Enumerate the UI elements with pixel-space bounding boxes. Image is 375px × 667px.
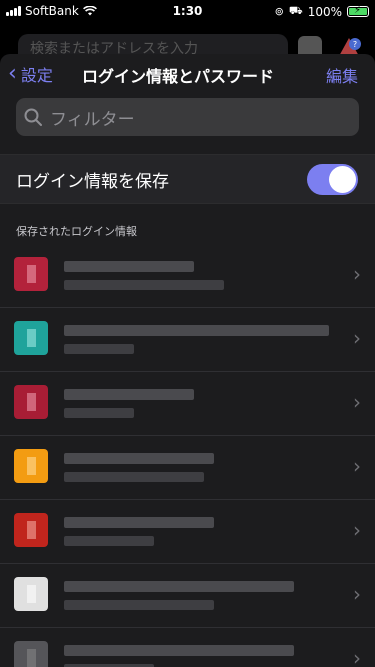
back-label: 設定 <box>20 66 53 85</box>
logins-sheet: ‹ 設定 ログイン情報とパスワード 編集 フィルター ログイン情報を保存 保存さ… <box>0 54 375 667</box>
login-username-redacted <box>64 344 134 354</box>
chevron-right-icon: › <box>353 262 361 286</box>
status-bar: SoftBank 1:30 ⊚ ⛟ 100% ⚡ <box>0 0 375 22</box>
save-logins-row: ログイン情報を保存 <box>0 154 375 204</box>
toggle-knob <box>329 166 356 193</box>
login-row[interactable]: › <box>0 500 375 564</box>
save-logins-label: ログイン情報を保存 <box>16 172 169 192</box>
edit-button[interactable]: 編集 <box>326 63 358 87</box>
saved-logins-header: 保存されたログイン情報 <box>16 225 137 238</box>
site-favicon-icon <box>14 385 48 419</box>
login-site-redacted <box>64 453 214 464</box>
filter-placeholder: フィルター <box>50 109 135 130</box>
nav-bar: ‹ 設定 ログイン情報とパスワード 編集 <box>0 54 375 94</box>
site-favicon-icon <box>14 257 48 291</box>
site-favicon-icon <box>14 577 48 611</box>
login-site-redacted <box>64 645 294 656</box>
chevron-right-icon: › <box>353 326 361 350</box>
login-row[interactable]: › <box>0 628 375 667</box>
back-button[interactable]: ‹ 設定 <box>8 62 53 86</box>
chevron-right-icon: › <box>353 646 361 667</box>
login-row[interactable]: › <box>0 436 375 500</box>
battery-percentage: 100% <box>307 4 342 19</box>
login-site-redacted <box>64 325 329 336</box>
car-icon: ⛟ <box>288 4 303 17</box>
login-username-redacted <box>64 280 224 290</box>
search-icon <box>24 108 42 126</box>
filter-search-field[interactable]: フィルター <box>16 98 359 136</box>
site-favicon-icon <box>14 449 48 483</box>
login-site-redacted <box>64 389 194 400</box>
login-username-redacted <box>64 600 214 610</box>
chevron-left-icon: ‹ <box>8 61 17 86</box>
login-row[interactable]: › <box>0 564 375 628</box>
site-favicon-icon <box>14 321 48 355</box>
orientation-lock-icon: ⊚ <box>274 5 284 18</box>
login-row[interactable]: › <box>0 244 375 308</box>
chevron-right-icon: › <box>353 390 361 414</box>
login-site-redacted <box>64 581 294 592</box>
saved-logins-list: › › › › › › › <box>0 244 375 667</box>
chevron-right-icon: › <box>353 454 361 478</box>
site-favicon-icon <box>14 641 48 667</box>
site-favicon-icon <box>14 513 48 547</box>
login-username-redacted <box>64 472 204 482</box>
login-row[interactable]: › <box>0 372 375 436</box>
login-row[interactable]: › <box>0 308 375 372</box>
battery-icon: ⚡ <box>347 5 369 17</box>
login-username-redacted <box>64 408 134 418</box>
status-right: ⊚ ⛟ 100% ⚡ <box>275 4 369 19</box>
chevron-right-icon: › <box>353 518 361 542</box>
save-logins-toggle[interactable] <box>307 164 358 195</box>
page-title: ログイン情報とパスワード <box>82 67 275 86</box>
login-site-redacted <box>64 261 194 272</box>
svg-text:?: ? <box>353 40 357 49</box>
chevron-right-icon: › <box>353 582 361 606</box>
login-site-redacted <box>64 517 214 528</box>
login-username-redacted <box>64 536 154 546</box>
